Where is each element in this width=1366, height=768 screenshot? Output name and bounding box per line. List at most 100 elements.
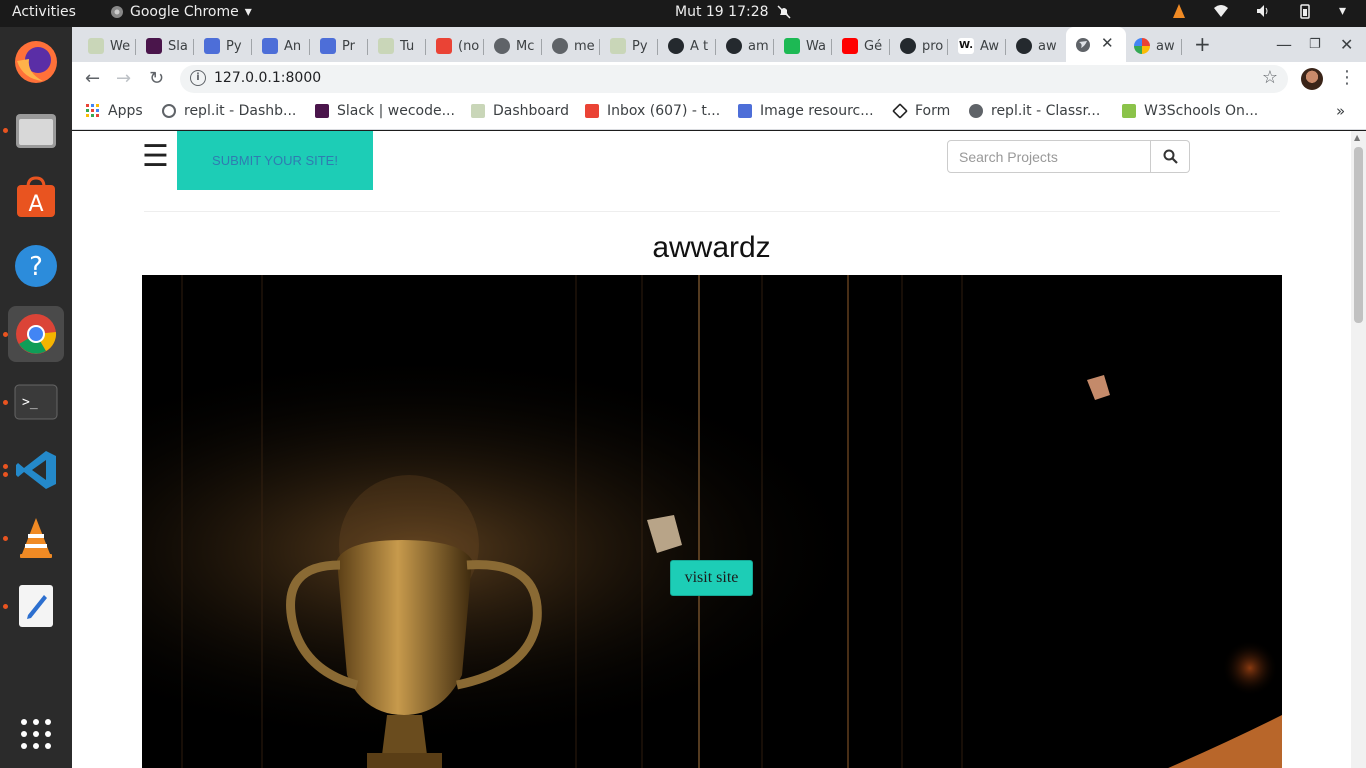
tab-separator <box>251 39 252 55</box>
bookmark-replit-classroom[interactable]: repl.it - Classr... <box>969 103 1100 119</box>
tab-separator <box>889 39 890 55</box>
tab[interactable]: aw <box>1126 34 1175 58</box>
firefox-launcher[interactable] <box>8 34 64 90</box>
new-tab-button[interactable]: + <box>1194 32 1211 56</box>
system-tray[interactable]: ▾ <box>1171 3 1346 19</box>
dropdown-icon: ▾ <box>244 4 252 20</box>
gmail-icon <box>436 38 452 54</box>
tab-separator <box>715 39 716 55</box>
tab-separator <box>541 39 542 55</box>
tab-separator <box>425 39 426 55</box>
menu-icon[interactable]: ☰ <box>142 139 169 174</box>
search-icon <box>1163 149 1178 164</box>
chrome-launcher[interactable] <box>3 306 64 362</box>
search-form <box>947 140 1190 173</box>
tab[interactable]: am <box>718 34 769 58</box>
text-editor-icon <box>19 585 53 627</box>
bookmark-apps[interactable]: Apps <box>86 103 143 119</box>
clock[interactable]: Mut 19 17:28 <box>675 4 791 20</box>
address-bar[interactable]: i 127.0.0.1:8000 ☆ <box>180 65 1288 93</box>
tab[interactable]: me <box>544 34 595 58</box>
activities-button[interactable]: Activities <box>12 4 76 20</box>
bookmark-star-icon[interactable]: ☆ <box>1262 67 1278 88</box>
bookmark-slack[interactable]: Slack | wecode... <box>315 103 455 119</box>
tab-separator <box>135 39 136 55</box>
slack-icon <box>315 104 329 118</box>
search-input[interactable] <box>947 140 1151 173</box>
maximize-button[interactable]: ❐ <box>1309 37 1321 52</box>
bookmark-w3schools[interactable]: W3Schools On... <box>1122 103 1258 119</box>
bookmark-dashboard[interactable]: Dashboard <box>471 103 569 119</box>
profile-avatar[interactable] <box>1301 68 1323 90</box>
palm-tree-icon <box>378 38 394 54</box>
svg-text:>_: >_ <box>22 395 38 410</box>
files-launcher[interactable] <box>3 102 64 158</box>
vscode-launcher[interactable] <box>3 442 64 498</box>
text-editor-launcher[interactable] <box>3 578 64 634</box>
bookmark-inbox[interactable]: Inbox (607) - t... <box>585 103 720 119</box>
tab[interactable]: Py <box>196 34 242 58</box>
help-launcher[interactable]: ? <box>8 238 64 294</box>
trophy-background-image <box>142 275 1282 768</box>
tab-separator <box>1005 39 1006 55</box>
submit-site-button[interactable]: SUBMIT YOUR SITE! <box>177 131 373 190</box>
running-indicator <box>3 604 8 609</box>
bookmarks-bar: Apps repl.it - Dashb... Slack | wecode..… <box>72 96 1366 130</box>
tab[interactable]: A t <box>660 34 708 58</box>
more-bookmarks-icon[interactable]: » <box>1336 102 1345 120</box>
tab[interactable]: Tu <box>370 34 414 58</box>
tab[interactable]: We <box>80 34 130 58</box>
tab-separator <box>947 39 948 55</box>
tab-separator <box>483 39 484 55</box>
chrome-menu-icon[interactable]: ⋮ <box>1338 67 1356 88</box>
hero-image: visit site <box>142 275 1282 768</box>
globe-icon <box>969 104 983 118</box>
tab[interactable]: Py <box>602 34 648 58</box>
tab[interactable]: W. Aw <box>950 34 999 58</box>
terminal-launcher[interactable]: >_ <box>3 374 64 430</box>
scrollbar-thumb[interactable] <box>1354 147 1363 323</box>
docs-icon <box>204 38 220 54</box>
web-page: ☰ SUBMIT YOUR SITE! awwardz <box>72 131 1351 768</box>
reload-button[interactable]: ↻ <box>149 68 164 89</box>
header-divider <box>144 211 1280 212</box>
tab[interactable]: aw <box>1008 34 1057 58</box>
terminal-icon: >_ <box>14 384 58 420</box>
forward-button[interactable]: → <box>116 68 131 89</box>
search-button[interactable] <box>1151 140 1190 173</box>
running-indicator <box>3 332 8 337</box>
tab[interactable]: Gé <box>834 34 882 58</box>
tab[interactable]: pro <box>892 34 943 58</box>
tab[interactable]: Pr <box>312 34 355 58</box>
tab[interactable]: (no <box>428 34 479 58</box>
show-applications-button[interactable] <box>8 706 64 762</box>
bookmark-form[interactable]: Form <box>892 103 950 119</box>
tab[interactable]: Mc <box>486 34 534 58</box>
running-indicator <box>3 472 8 477</box>
site-info-icon[interactable]: i <box>190 70 206 86</box>
back-button[interactable]: ← <box>85 68 100 89</box>
volume-icon <box>1256 5 1268 17</box>
minimize-button[interactable]: — <box>1276 35 1292 54</box>
visit-site-button[interactable]: visit site <box>670 560 753 596</box>
close-tab-icon[interactable]: ✕ <box>1101 34 1114 52</box>
site-title: awwardz <box>652 231 771 264</box>
scroll-up-icon[interactable]: ▲ <box>1354 133 1360 142</box>
tab[interactable]: Sla <box>138 34 188 58</box>
close-window-button[interactable]: ✕ <box>1340 35 1353 54</box>
page-scrollbar[interactable]: ▲ <box>1351 131 1366 768</box>
vlc-launcher[interactable] <box>3 510 64 566</box>
tab[interactable]: An <box>254 34 301 58</box>
palm-tree-icon <box>88 38 104 54</box>
help-icon: ? <box>15 245 57 287</box>
software-launcher[interactable]: A <box>8 170 64 226</box>
active-tab[interactable]: ✕ <box>1066 27 1126 62</box>
app-menu[interactable]: Google Chrome ▾ <box>110 4 252 20</box>
tab[interactable]: Wa <box>776 34 826 58</box>
tab-strip: ✕ We Sla Py An Pr Tu (no Mc me Py A t am… <box>72 27 1366 62</box>
apps-grid-icon <box>86 104 99 117</box>
bookmark-image-resources[interactable]: Image resourc... <box>738 103 874 119</box>
software-bag-icon: A <box>17 176 55 217</box>
github-icon <box>1016 38 1032 54</box>
bookmark-replit-dashboard[interactable]: repl.it - Dashb... <box>162 103 296 119</box>
